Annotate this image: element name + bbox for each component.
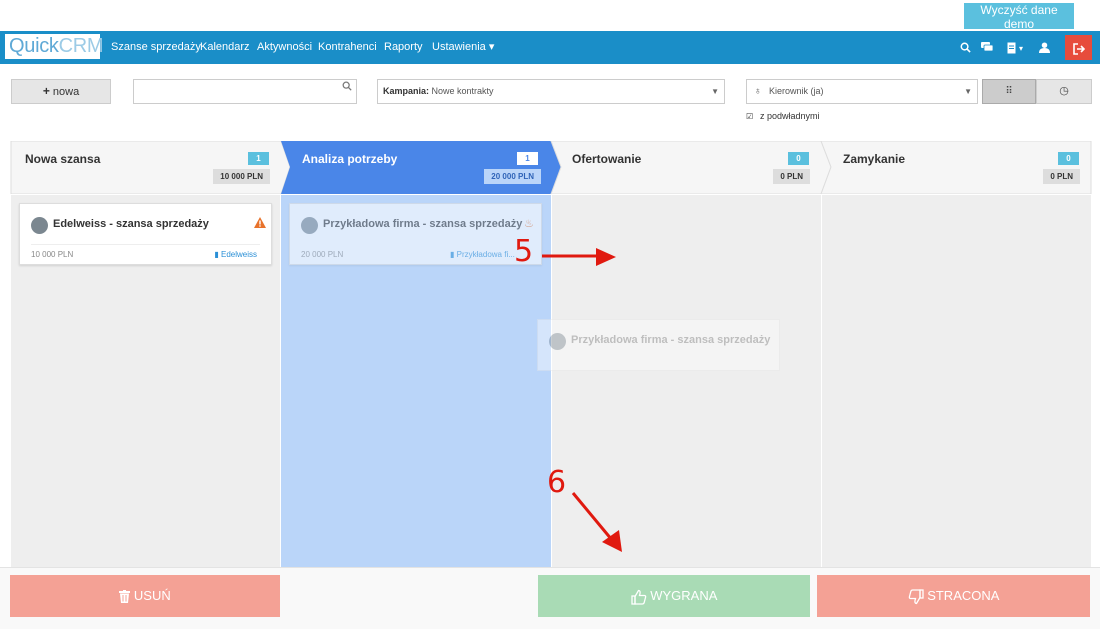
plus-icon: + — [42, 84, 50, 98]
manager-select[interactable]: ♁ Kierownik (ja) ▼ — [746, 79, 978, 104]
card-company-link[interactable]: ▮ Przykładowa fi... — [450, 250, 515, 259]
chevron-down-icon: ▾ — [1018, 44, 1023, 53]
new-button-label: nowa — [52, 86, 80, 98]
annotation-arrow-down-icon — [571, 492, 622, 552]
search-icon[interactable] — [957, 31, 973, 64]
card-company-name: Przykładowa fi... — [456, 250, 515, 259]
clear-demo-data-button[interactable]: Wyczyść dane demo — [964, 3, 1074, 31]
warning-icon — [254, 217, 266, 231]
nav-settings[interactable]: Ustawienia ▾ — [432, 31, 494, 64]
new-opportunity-button[interactable]: + nowa — [11, 79, 111, 104]
thumbs-down-icon — [908, 588, 928, 604]
lost-drop-button[interactable]: STRACONA — [817, 575, 1090, 617]
card-title: Przykładowa firma - szansa sprzedaży — [323, 218, 523, 230]
stage-offering: Ofertowanie 0 0 PLN — [558, 141, 821, 194]
delete-label: USUŃ — [133, 588, 171, 603]
lost-label: STRACONA — [927, 588, 1000, 603]
stage-closing: Zamykanie 0 0 PLN — [829, 141, 1091, 194]
stage-sum-badge: 10 000 PLN — [213, 169, 270, 184]
trash-icon — [119, 588, 134, 604]
stage-title: Zamykanie — [843, 152, 906, 166]
logo-quick: Quick — [9, 35, 59, 57]
stage-count-badge: 0 — [788, 152, 809, 165]
won-label: WYGRANA — [650, 588, 718, 603]
chevron-down-icon: ▼ — [964, 87, 972, 96]
avatar — [301, 217, 318, 234]
subordinates-label: z podwładnymi — [760, 111, 820, 121]
checkbox-check-icon: ☑ — [746, 112, 754, 121]
building-icon: ▮ — [450, 250, 455, 259]
column-closing — [822, 195, 1091, 568]
card-amount: 10 000 PLN — [31, 250, 74, 259]
stage-sum-badge: 20 000 PLN — [484, 169, 541, 184]
delete-drop-button[interactable]: USUŃ — [10, 575, 280, 617]
stage-title: Ofertowanie — [572, 152, 642, 166]
dragged-card-ghost[interactable]: Przykładowa firma - szansa sprzedaży — [537, 319, 780, 371]
opportunity-card[interactable]: Edelweiss - szansa sprzedaży 10 000 PLN … — [19, 203, 272, 265]
card-company-name: Edelweiss — [220, 250, 257, 259]
annotation-number: 6 — [547, 465, 567, 500]
clock-icon: ◷ — [1059, 85, 1069, 97]
thumbs-up-icon — [630, 588, 651, 605]
won-drop-button[interactable]: WYGRANA — [538, 575, 810, 617]
avatar — [549, 333, 566, 350]
nav-sales-opportunities[interactable]: Szanse sprzedaży — [111, 31, 201, 64]
stage-sum-badge: 0 PLN — [773, 169, 810, 184]
user-icon[interactable] — [1036, 31, 1052, 64]
card-company-link[interactable]: ▮ Edelweiss — [214, 250, 257, 259]
stage-title: Analiza potrzeby — [302, 152, 398, 166]
nav-reports[interactable]: Raporty — [384, 31, 423, 64]
card-divider — [31, 244, 260, 245]
chat-icon[interactable] — [979, 31, 995, 64]
annotation-arrow-right-icon — [542, 248, 616, 266]
annotation-number: 5 — [514, 234, 534, 269]
stage-sum-badge: 0 PLN — [1043, 169, 1080, 184]
logo-crm: CRM — [58, 35, 104, 57]
stage-title: Nowa szansa — [25, 152, 101, 166]
document-icon[interactable]: ▾ — [1003, 31, 1027, 64]
ghost-card-title: Przykładowa firma - szansa sprzedaży — [571, 334, 771, 346]
stage-count-badge: 1 — [517, 152, 538, 165]
stage-new-opportunity: Nowa szansa 1 10 000 PLN — [11, 141, 281, 194]
nav-activities[interactable]: Aktywności — [257, 31, 312, 64]
stage-count-badge: 1 — [248, 152, 269, 165]
stage-count-badge: 0 — [1058, 152, 1079, 165]
manager-value: Kierownik (ja) — [769, 86, 824, 96]
card-title: Edelweiss - szansa sprzedaży — [53, 218, 209, 230]
stage-needs-analysis: Analiza potrzeby 1 20 000 PLN — [288, 141, 552, 194]
search-input[interactable] — [133, 79, 357, 104]
campaign-select[interactable]: Kampania: Nowe kontrakty ▼ — [377, 79, 725, 104]
app-logo[interactable]: QuickCRM — [5, 34, 104, 59]
avatar — [31, 217, 48, 234]
campaign-value: Nowe kontrakty — [431, 86, 494, 96]
nav-contractors[interactable]: Kontrahenci — [318, 31, 377, 64]
logout-button[interactable] — [1065, 35, 1092, 60]
search-field-icon — [342, 81, 352, 94]
building-icon: ▮ — [214, 250, 219, 259]
kanban-icon: ⠿ — [1005, 86, 1013, 97]
campaign-label: Kampania: — [383, 86, 430, 96]
chevron-down-icon: ▼ — [711, 87, 719, 96]
card-amount: 20 000 PLN — [301, 250, 344, 259]
person-icon: ♁ — [754, 86, 762, 97]
fire-icon: ♨ — [524, 218, 534, 230]
nav-calendar[interactable]: Kalendarz — [200, 31, 250, 64]
timeline-view-button[interactable]: ◷ — [1036, 79, 1092, 104]
opportunity-card[interactable]: Przykładowa firma - szansa sprzedaży ♨ 2… — [289, 203, 542, 265]
board-view-button[interactable]: ⠿ — [982, 79, 1036, 104]
subordinates-checkbox[interactable]: ☑ z podwładnymi — [746, 111, 820, 121]
logout-icon — [1072, 42, 1085, 55]
